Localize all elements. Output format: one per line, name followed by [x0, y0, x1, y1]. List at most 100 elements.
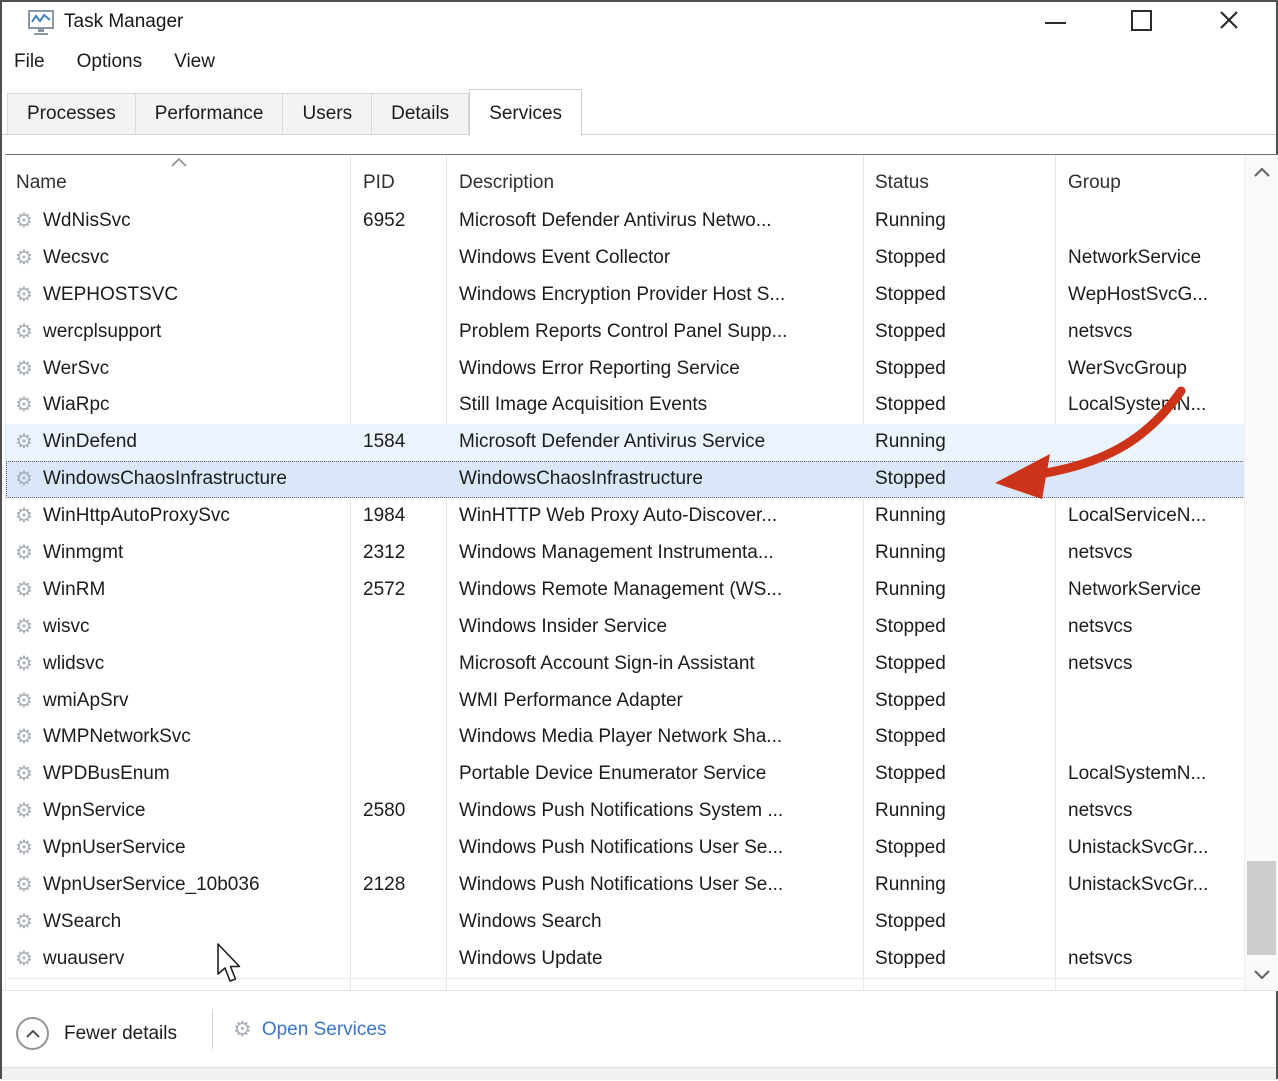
table-row[interactable]: ⚙WecsvcWindows Event CollectorStoppedNet… [6, 240, 1245, 277]
service-pid: 2572 [363, 572, 405, 609]
vertical-scrollbar[interactable] [1244, 155, 1278, 991]
column-header-description[interactable]: Description [459, 155, 554, 203]
tab-details[interactable]: Details [372, 93, 469, 135]
minimize-button[interactable] [1026, 2, 1084, 38]
service-group: WerSvcGroup [1068, 351, 1187, 388]
service-name: WdNisSvc [43, 203, 131, 240]
scrollbar-thumb[interactable] [1247, 861, 1276, 955]
gear-icon: ⚙ [15, 351, 33, 388]
tab-processes[interactable]: Processes [7, 93, 136, 135]
table-row[interactable]: ⚙WindowsChaosInfrastructureWindowsChaosI… [6, 461, 1245, 498]
service-name: wlidsvc [43, 646, 104, 683]
service-name: WinRM [43, 572, 105, 609]
tab-services[interactable]: Services [469, 89, 582, 136]
menu-item-view[interactable]: View [174, 51, 215, 73]
table-row[interactable]: ⚙WPDBusEnumPortable Device Enumerator Se… [6, 756, 1245, 793]
table-row[interactable]: ⚙WpnService2580Windows Push Notification… [6, 793, 1245, 830]
service-name: WMPNetworkSvc [43, 719, 191, 756]
gear-icon: ⚙ [15, 572, 33, 609]
table-row[interactable]: ⚙Winmgmt2312Windows Management Instrumen… [6, 535, 1245, 572]
scroll-up-button[interactable] [1245, 155, 1278, 189]
menu-item-options[interactable]: Options [77, 51, 142, 73]
scroll-down-button[interactable] [1245, 957, 1278, 991]
table-row[interactable]: ⚙wlidsvcMicrosoft Account Sign-in Assist… [6, 646, 1245, 683]
table-row[interactable]: ⚙WinHttpAutoProxySvc1984WinHTTP Web Prox… [6, 498, 1245, 535]
gear-icon: ⚙ [15, 535, 33, 572]
service-status: Running [875, 572, 946, 609]
gear-icon: ⚙ [15, 683, 33, 720]
column-header-label: Description [459, 172, 554, 193]
table-row[interactable]: ⚙wuauservWindows UpdateStoppednetsvcs [6, 941, 1245, 978]
service-status: Stopped [875, 240, 946, 277]
service-description: Windows Media Player Network Sha... [459, 719, 782, 756]
table-row[interactable]: ⚙ WpnUserService_10b036 2128 Windows Push N… [6, 867, 1245, 904]
service-pid: 2128 [363, 867, 405, 904]
open-services-label: Open Services [262, 1019, 387, 1041]
menubar: File Options View [14, 51, 215, 73]
table-row[interactable]: ⚙WerSvcWindows Error Reporting ServiceSt… [6, 351, 1245, 388]
gear-icon: ⚙ [15, 904, 33, 941]
sort-ascending-icon [170, 158, 188, 167]
column-header-label: PID [363, 172, 395, 193]
service-name: WSearch [43, 904, 121, 941]
service-status: Stopped [875, 904, 946, 941]
column-header-group[interactable]: Group [1068, 155, 1121, 203]
chevron-down-icon [1254, 970, 1270, 979]
service-group: netsvcs [1068, 535, 1132, 572]
tab-users[interactable]: Users [283, 93, 372, 135]
gear-icon: ⚙ [15, 461, 33, 498]
table-row[interactable]: ⚙ WinRM 2572 Windows Remote Management (WS.… [6, 572, 1245, 609]
gear-icon: ⚙ [15, 609, 33, 646]
service-name: Wecsvc [43, 240, 109, 277]
menu-item-file[interactable]: File [14, 51, 45, 73]
service-name: WinDefend [43, 424, 137, 461]
column-header-pid[interactable]: PID [363, 155, 395, 203]
column-header-label: Status [875, 172, 929, 193]
table-row[interactable]: ⚙WEPHOSTSVCWindows Encryption Provider H… [6, 277, 1245, 314]
gear-icon: ⚙ [233, 1017, 252, 1042]
table-row[interactable]: ⚙wisvcWindows Insider ServiceStoppednets… [6, 609, 1245, 646]
service-status: Stopped [875, 461, 946, 498]
table-row[interactable]: ⚙wercplsupportProblem Reports Control Pa… [6, 314, 1245, 351]
fewer-details-button[interactable]: Fewer details [16, 1017, 177, 1050]
gear-icon: ⚙ [15, 793, 33, 830]
service-description: Windows Remote Management (WS... [459, 572, 782, 609]
service-status: Running [875, 535, 946, 572]
table-row[interactable]: ⚙WiaRpcStill Image Acquisition EventsSto… [6, 387, 1245, 424]
service-group: LocalSystemN... [1068, 756, 1206, 793]
services-table: Name PID Description Status Group ⚙WdNis… [5, 154, 1278, 991]
service-name: WpnUserService_10b036 [43, 867, 260, 904]
service-description: Windows Push Notifications User Se... [459, 867, 783, 904]
open-services-button[interactable]: ⚙ Open Services [233, 1017, 386, 1042]
service-description: Microsoft Defender Antivirus Service [459, 424, 765, 461]
service-description: Windows Push Notifications System ... [459, 793, 783, 830]
table-row[interactable]: ⚙WSearchWindows SearchStopped [6, 904, 1245, 941]
close-icon [1219, 10, 1239, 30]
maximize-button[interactable] [1112, 2, 1170, 38]
table-row[interactable]: ⚙WMPNetworkSvcWindows Media Player Netwo… [6, 719, 1245, 756]
column-header-status[interactable]: Status [875, 155, 929, 203]
service-status: Stopped [875, 719, 946, 756]
service-status: Running [875, 203, 946, 240]
table-row[interactable]: ⚙WinDefend1584Microsoft Defender Antivir… [6, 424, 1245, 461]
close-button[interactable] [1200, 2, 1258, 38]
service-group: netsvcs [1068, 314, 1132, 351]
column-header-name[interactable]: Name [16, 155, 67, 203]
gear-icon: ⚙ [15, 941, 33, 978]
service-status: Stopped [875, 314, 946, 351]
service-group: LocalSystemN... [1068, 387, 1206, 424]
service-pid: 1584 [363, 424, 405, 461]
service-description: Windows Push Notifications User Se... [459, 830, 783, 867]
window-title: Task Manager [64, 11, 183, 33]
tab-performance[interactable]: Performance [136, 93, 284, 135]
table-row[interactable]: ⚙WpnUserServiceWindows Push Notification… [6, 830, 1245, 867]
service-name: WEPHOSTSVC [43, 277, 178, 314]
table-row[interactable]: ⚙WdNisSvc6952Microsoft Defender Antiviru… [6, 203, 1245, 240]
service-group: UnistackSvcGr... [1068, 867, 1208, 904]
column-header-label: Group [1068, 172, 1121, 193]
service-pid: 2580 [363, 793, 405, 830]
service-name: WerSvc [43, 351, 109, 388]
table-row[interactable]: ⚙wmiApSrvWMI Performance AdapterStopped [6, 683, 1245, 720]
gear-icon: ⚙ [15, 498, 33, 535]
gear-icon: ⚙ [15, 867, 33, 904]
